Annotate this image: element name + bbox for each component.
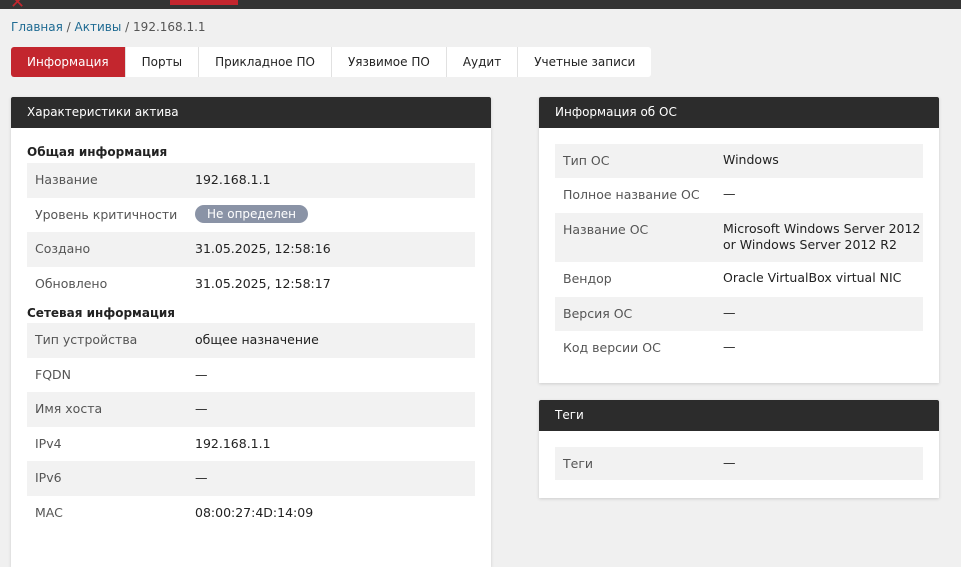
tab-applications[interactable]: Прикладное ПО [199,47,332,77]
field-label: Полное название ОС [563,187,700,202]
field-label: Тип ОС [563,153,610,168]
tab-accounts[interactable]: Учетные записи [518,47,651,77]
field-value: 31.05.2025, 12:58:17 [195,275,331,291]
field-label: FQDN [35,366,72,382]
field-label: Обновлено [35,275,108,291]
field-value: Microsoft Windows Server 2012 or Windows… [723,221,921,252]
tags-card: Теги Теги — [539,400,939,498]
field-value: 192.168.1.1 [195,435,271,451]
active-nav-indicator [170,0,238,5]
field-row-fqdn: FQDN — [27,358,475,393]
field-label: IPv4 [35,435,62,451]
field-value: Windows [723,152,779,167]
field-value: общее назначение [195,332,319,347]
field-value: — [723,339,736,354]
section-title-general: Общая информация [27,145,168,159]
field-row-device-type: Тип устройства общее назначение [27,323,475,358]
tab-audit[interactable]: Аудит [447,47,519,77]
breadcrumb-separator: / [125,20,130,34]
criticality-badge: Не определен [195,204,308,223]
os-info-card: Информация об ОС Тип ОС Windows Полное н… [539,97,939,383]
card-title: Теги [539,400,939,431]
field-row-name: Название 192.168.1.1 [27,163,475,198]
field-label: Название [35,172,98,187]
field-value: — [195,470,208,485]
field-row-ipv6: IPv6 — [27,461,475,496]
field-label: Код версии ОС [563,340,661,355]
field-value: Oracle VirtualBox virtual NIC [723,270,902,285]
field-label: IPv6 [35,470,62,485]
field-row-mac: MAC 08:00:27:4D:14:09 [27,496,475,531]
field-label: Вендор [563,271,612,286]
top-navbar: ✕ [0,0,961,12]
field-row-os-version-code: Код версии ОС — [555,331,923,366]
asset-tabs: Информация Порты Прикладное ПО Уязвимое … [11,47,652,77]
tab-info[interactable]: Информация [11,47,126,77]
field-label: MAC [35,504,63,520]
field-label: Уровень критичности [35,206,178,222]
field-row-vendor: Вендор Oracle VirtualBox virtual NIC [555,262,923,297]
field-row-created: Создано 31.05.2025, 12:58:16 [27,232,475,267]
field-row-tags: Теги — [555,447,923,480]
field-label: Версия ОС [563,306,633,321]
breadcrumb-current: 192.168.1.1 [133,20,206,34]
field-value: 08:00:27:4D:14:09 [195,504,314,520]
field-value: 192.168.1.1 [195,172,271,187]
field-label: Создано [35,241,91,256]
tab-vulnerable-software[interactable]: Уязвимое ПО [332,47,447,77]
field-label: Тип устройства [35,332,138,347]
logo-x-icon[interactable]: ✕ [10,0,25,12]
tab-ports[interactable]: Порты [126,47,200,77]
field-value: 31.05.2025, 12:58:16 [195,241,331,256]
card-title: Информация об ОС [539,97,939,128]
field-row-os-full-name: Полное название ОС — [555,178,923,213]
field-value: — [195,366,208,382]
field-row-os-version: Версия ОС — [555,297,923,331]
field-value: — [723,186,736,201]
field-value: — [195,401,208,416]
field-row-criticality: Уровень критичности Не определен [27,198,475,233]
field-row-hostname: Имя хоста — [27,392,475,427]
breadcrumb-assets-link[interactable]: Активы [75,20,122,34]
field-row-updated: Обновлено 31.05.2025, 12:58:17 [27,267,475,302]
section-title-network: Сетевая информация [27,306,175,320]
field-label: Название ОС [563,222,649,237]
field-value: — [723,305,736,320]
field-value: — [723,455,736,470]
breadcrumb: Главная / Активы / 192.168.1.1 [11,20,206,34]
field-row-os-name: Название ОС Microsoft Windows Server 201… [555,213,923,262]
field-label: Имя хоста [35,401,103,416]
breadcrumb-home-link[interactable]: Главная [11,20,63,34]
field-row-ipv4: IPv4 192.168.1.1 [27,427,475,462]
field-row-os-type: Тип ОС Windows [555,144,923,178]
breadcrumb-separator: / [66,20,71,34]
asset-characteristics-card: Характеристики актива Общая информация Н… [11,97,491,567]
card-title: Характеристики актива [11,97,491,128]
field-label: Теги [563,456,594,471]
